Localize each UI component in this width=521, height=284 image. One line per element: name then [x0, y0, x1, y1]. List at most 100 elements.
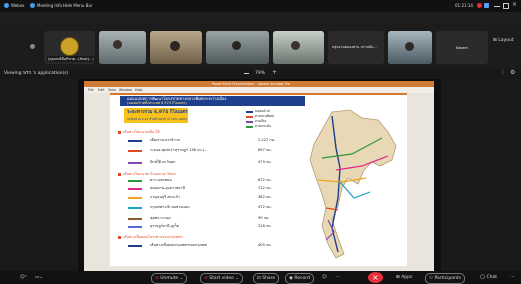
total-investment: (ลงทุนรวม 2.25 ล้านล้านบาท (5.76% GDP)) [127, 117, 188, 121]
more-icon[interactable]: ⋯ [336, 273, 341, 282]
reactions-icon[interactable]: ☺⁺ [20, 273, 27, 282]
app-title: Webex [11, 3, 25, 8]
participant-tile[interactable] [388, 31, 432, 64]
person-figure [170, 41, 180, 51]
participants-button[interactable]: ⚇ Participants [425, 273, 465, 284]
slide-subheading: (มอเตอร์เวย์ทั้งประเทศ 6,974 กิโลเมตร) [127, 101, 187, 105]
route-distance: 382 กม. [258, 195, 272, 199]
participant-tile[interactable]: (คุณกมลินีอภิชาต...(Host)...) [44, 31, 95, 64]
route-distance: 472 กม. [258, 205, 272, 209]
legend-item: ทางเลี่ยง [255, 119, 267, 123]
chat-icon: ◯ [480, 275, 486, 280]
participants-label: Participants [434, 276, 461, 281]
close-icon[interactable]: × [512, 2, 517, 8]
record-button[interactable]: ◉ Record [285, 273, 314, 284]
section-title: เส้นทางในแนวตะวันออก-ตะวันตก [118, 172, 176, 176]
chevron-down-icon: ⌄ [179, 276, 184, 281]
unmute-button[interactable]: ⊘ Unmute ⌄ [151, 273, 188, 284]
route-label: เส้นทางเชื่อมต่อกรุงเทพฯรอบกรุงเทพ [150, 243, 207, 247]
thailand-route-map [309, 109, 397, 259]
annotate-icon[interactable]: ⋮ [500, 70, 506, 76]
chat-button[interactable]: ◯ Chat [480, 273, 497, 282]
share-icon: ⊡ [257, 276, 261, 281]
route-label: ขอนแก่น-อุบลราชธานี [150, 186, 186, 190]
menu-bar: File Edit Share View Audio & Video Parti… [0, 12, 521, 28]
info-icon[interactable] [30, 3, 35, 8]
strip-scroll-left-icon[interactable] [30, 44, 35, 49]
minimize-icon[interactable] [494, 3, 500, 7]
route-line [128, 226, 142, 228]
route-label: กรุงเทพฯ-บริเวณชายแดน [150, 205, 190, 209]
start-video-button[interactable]: ⊘ Start video ⌄ [200, 273, 244, 284]
route-label: ชุมพร-ระนอง [150, 216, 171, 220]
route-line [128, 218, 142, 220]
route-label: สุราษฎร์ธานี-ภูเก็ต [150, 224, 179, 228]
participant-name: Kasem [456, 46, 468, 50]
zoom-in-icon[interactable]: + [272, 70, 277, 76]
record-label: Record [294, 276, 310, 281]
more-panels-icon[interactable]: ⋯ [510, 273, 515, 282]
unmute-label: Unmute [160, 276, 179, 281]
settings-icon[interactable]: ⚙ [510, 70, 515, 76]
route-line [128, 180, 142, 182]
legend-item: ทางยกระดับ [255, 124, 271, 128]
participant-tile[interactable] [206, 31, 269, 64]
apps-button[interactable]: ⊞ Apps [396, 273, 412, 282]
route-distance: 2,227 กม. [258, 138, 276, 142]
route-distance: 672 กม. [258, 178, 272, 182]
participant-name: (คุณกมลินีอภิชาต...(Host)...) [47, 56, 95, 62]
close-icon: × [372, 273, 379, 282]
route-label: กาญจนบุรี-สระแก้ว [150, 195, 180, 199]
participant-tile[interactable]: Kasem [436, 31, 488, 64]
hide-menu-bar-button[interactable]: Hide Menu Bar [63, 3, 92, 9]
zoom-out-icon[interactable] [244, 73, 249, 74]
route-line [128, 162, 142, 164]
route-label: ปักษ์ใต้-ตะวันตก [150, 160, 176, 164]
share-button[interactable]: ⊡ Share [253, 273, 280, 284]
person-figure [405, 42, 414, 51]
layout-icon: ⊞ [493, 38, 497, 43]
route-label: ตาก-นครพนม [150, 178, 172, 182]
legend-item: ทางหลวงพิเศษ [255, 114, 274, 118]
participant-name: กลุ่มงานคลองสาน ปราบบัน... [332, 45, 377, 49]
person-figure [113, 40, 122, 49]
chat-label: Chat [486, 275, 498, 280]
meeting-clock: 01:21:14 [455, 3, 473, 8]
route-line [128, 207, 142, 209]
person-figure [291, 41, 300, 50]
captions-icon[interactable]: ▭⌄ [35, 273, 43, 282]
route-distance: 897 กม. [258, 148, 272, 152]
record-icon: ◉ [289, 276, 293, 281]
slide-header-bar [110, 93, 407, 95]
video-frame [99, 31, 146, 64]
layout-label: Layout [498, 38, 514, 43]
participant-tile[interactable] [150, 31, 202, 64]
zoom-level[interactable]: 79% [255, 71, 265, 77]
route-line [128, 188, 142, 190]
route-distance: 479 กม. [258, 160, 272, 164]
video-off-icon: ⊘ [204, 276, 208, 281]
layout-button[interactable]: ⊞ Layout [493, 38, 514, 44]
microphone-muted-icon: ⊘ [155, 276, 159, 281]
participant-tile[interactable]: กลุ่มงานคลองสาน ปราบบัน... [328, 31, 384, 64]
share-label: Share [262, 276, 276, 281]
end-call-button[interactable]: × [368, 272, 383, 283]
participant-tile[interactable] [99, 31, 146, 64]
route-line [128, 140, 142, 142]
webex-logo-icon [4, 3, 9, 8]
more-options-icon[interactable]: ☺ [322, 273, 327, 282]
maximize-icon[interactable] [503, 3, 509, 9]
section-title: เส้นทางเชื่อมต่อโครงข่ายรอบกรุงเทพฯ [118, 235, 183, 239]
route-distance: 99 กม. [258, 216, 270, 220]
participant-tile[interactable] [273, 31, 324, 64]
route-line [128, 245, 142, 247]
person-figure [232, 41, 241, 50]
apps-label: Apps [401, 275, 413, 280]
chevron-down-icon: ⌄ [235, 276, 240, 281]
start-video-label: Start video [209, 276, 234, 281]
legend: มอเตอร์เวย์ ทางหลวงพิเศษ ทางเลี่ยง ทางยก… [246, 109, 291, 131]
route-distance: 405 กม. [258, 243, 272, 247]
legend-item: มอเตอร์เวย์ [255, 109, 270, 113]
apps-icon: ⊞ [396, 275, 400, 280]
meeting-info-button[interactable]: Meeting Info [37, 3, 62, 9]
